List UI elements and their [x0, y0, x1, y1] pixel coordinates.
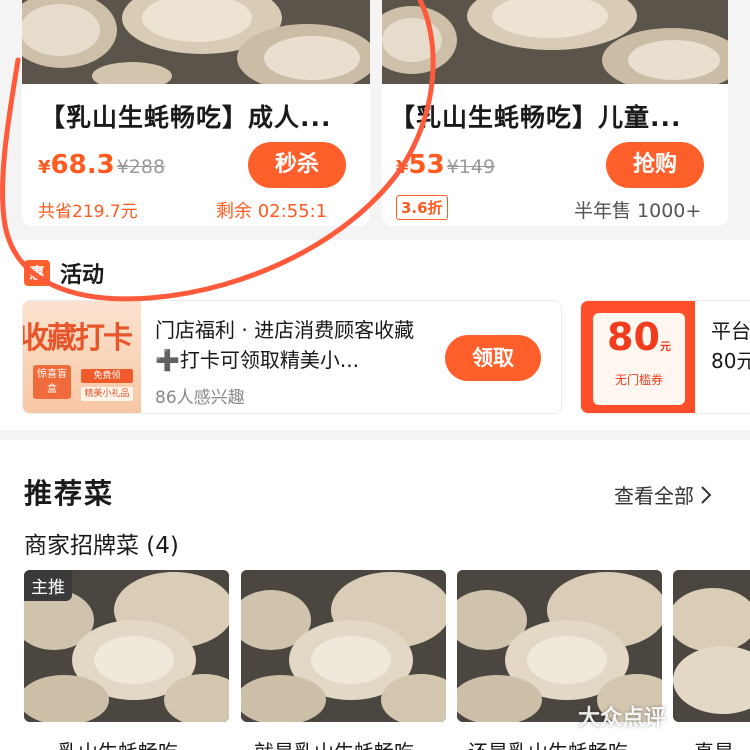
original-price: ¥149 — [446, 156, 496, 178]
promo-thumb-heading: 收藏打卡 — [22, 321, 133, 356]
dish-image — [241, 570, 446, 722]
dish-name: 乳山生蚝畅吃 — [58, 736, 178, 750]
chevron-right-icon — [701, 485, 712, 504]
activity-title: 活动 — [60, 263, 105, 288]
sales-count: 半年售 1000+ — [574, 200, 702, 222]
view-all-link[interactable]: 查看全部 — [614, 480, 712, 509]
activity-header: 惠 活动 — [24, 257, 104, 289]
dish-image — [673, 570, 750, 722]
promo-thumb-tag: 免费领 — [81, 369, 133, 383]
coupon-card[interactable]: 80元 无门槛券 平台 80元 — [580, 300, 750, 414]
gift-box-icon: 惊喜盲盒 — [33, 365, 71, 399]
featured-tag: 主推 — [24, 570, 72, 601]
coupon-amount-value: 80 — [607, 315, 660, 359]
deal-image-oysters — [22, 0, 370, 84]
deal-card-adult[interactable]: 【乳山生蚝畅吃】成人... ¥68.3 ¥288 秒杀 共省219.7元 剩余 0… — [22, 0, 370, 226]
dish-card[interactable]: 主推 — [24, 570, 229, 722]
coupon-subtitle: 80元 — [711, 349, 750, 373]
savings-text: 共省219.7元 — [38, 202, 138, 222]
dish-card[interactable] — [673, 570, 750, 722]
dish-card[interactable] — [241, 570, 446, 722]
activity-section: 惠 活动 收藏打卡 惊喜盲盒 免费领 精美小礼品 门店福利 · 进店消费顾客收藏… — [0, 240, 750, 430]
price-value: 68.3 — [50, 150, 115, 180]
dish-name: 还是乳山生蚝畅吃 — [468, 736, 628, 750]
activity-badge-icon: 惠 — [24, 260, 50, 286]
promo-card[interactable]: 收藏打卡 惊喜盲盒 免费领 精美小礼品 门店福利 · 进店消费顾客收藏➕打卡可领… — [22, 300, 562, 414]
interest-count: 86人感兴趣 — [155, 388, 245, 408]
deal-card-child[interactable]: 【乳山生蚝畅吃】儿童... ¥53 ¥149 抢购 3.6折 半年售 1000+ — [382, 0, 728, 226]
view-all-label: 查看全部 — [614, 484, 694, 508]
discount-badge: 3.6折 — [396, 195, 448, 220]
dish-name: 就是乳山生蚝畅吃 — [254, 736, 414, 750]
deal-image-oysters — [382, 0, 728, 84]
claim-button[interactable]: 领取 — [445, 335, 541, 381]
dianping-watermark: 大众点评 — [578, 706, 667, 731]
coupon-unit: 元 — [659, 340, 671, 353]
coupon-ticket: 80元 无门槛券 — [593, 313, 685, 405]
coupon-label: 无门槛券 — [614, 373, 663, 387]
flash-sale-button[interactable]: 秒杀 — [248, 142, 346, 188]
deal-price: ¥68.3 ¥288 — [38, 150, 165, 180]
deals-section: 【乳山生蚝畅吃】成人... ¥68.3 ¥288 秒杀 共省219.7元 剩余 0… — [0, 0, 750, 240]
original-price: ¥288 — [116, 156, 166, 178]
coupon-amount: 80元 — [593, 313, 685, 371]
price-value: 53 — [408, 150, 445, 180]
promo-thumbnail: 收藏打卡 惊喜盲盒 免费领 精美小礼品 — [22, 301, 141, 413]
deal-price: ¥53 ¥149 — [396, 150, 495, 180]
buy-now-button[interactable]: 抢购 — [606, 142, 704, 188]
section-title: 推荐菜 — [24, 477, 115, 510]
currency-symbol: ¥ — [38, 157, 51, 178]
dish-name: 真是 — [694, 736, 734, 750]
coupon-thumbnail: 80元 无门槛券 — [581, 301, 695, 413]
promo-thumb-tag: 精美小礼品 — [81, 387, 133, 401]
promo-description: 门店福利 · 进店消费顾客收藏➕打卡可领取精美小... — [155, 318, 415, 372]
countdown-timer: 剩余 02:55:1 — [216, 201, 328, 222]
deal-title: 【乳山生蚝畅吃】成人... — [40, 103, 332, 132]
currency-symbol: ¥ — [396, 157, 409, 178]
deal-title: 【乳山生蚝畅吃】儿童... — [390, 103, 682, 132]
signature-dishes-title: 商家招牌菜 (4) — [24, 533, 179, 559]
coupon-title: 平台 — [711, 319, 750, 343]
